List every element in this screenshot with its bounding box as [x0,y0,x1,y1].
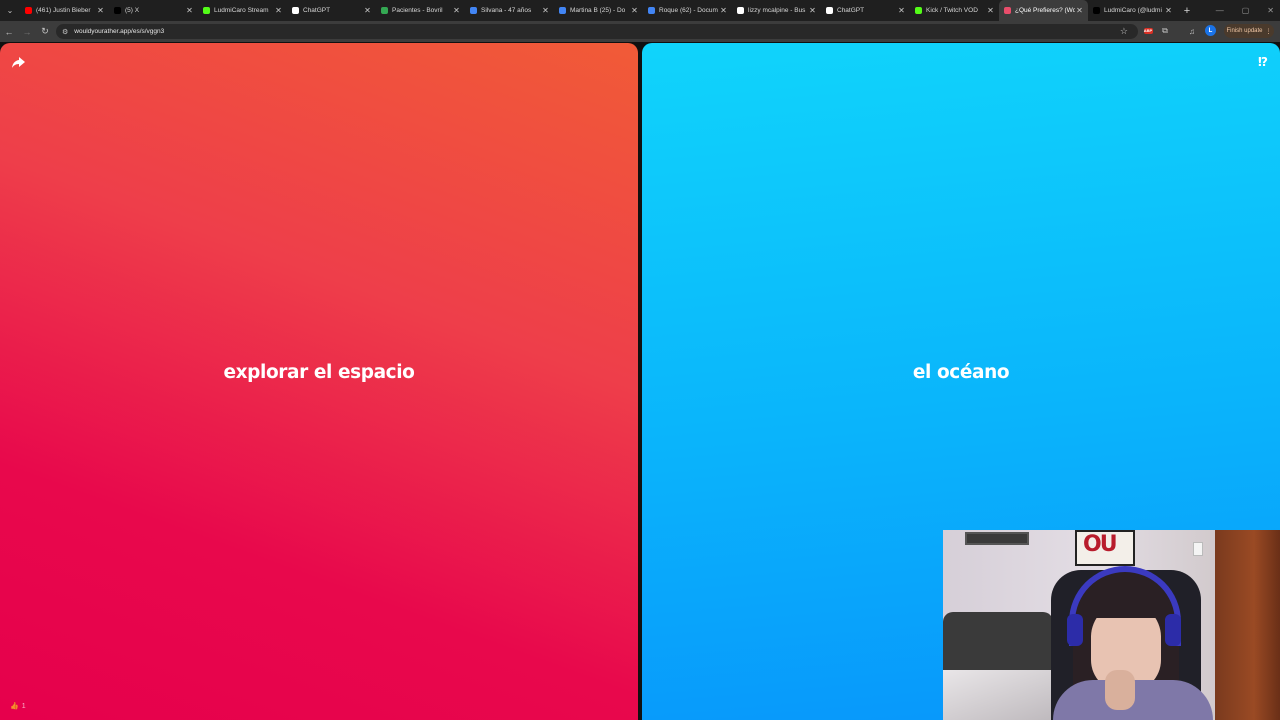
back-icon[interactable]: ← [0,21,18,42]
site-info-icon[interactable]: ⚙ [62,28,68,36]
tab-close-icon[interactable]: ✕ [452,6,461,15]
webcam-headset-ear-right [1165,614,1181,646]
tab-title: ChatGPT [303,7,331,14]
tab-strip: ⌄ (461) Justin Bieber ✕ (5) X ✕ LudmiCaro St… [0,0,1280,21]
tab-close-icon[interactable]: ✕ [808,6,817,15]
finish-update-label: Finish update [1226,28,1263,34]
docs-icon [470,7,477,14]
webcam-poster: OU [1075,530,1135,566]
tab-title: lizzy mcalpine - Bus [748,7,806,14]
browser-tab[interactable]: (461) Justin Bieber ✕ [20,0,109,21]
tab-title: Roque (62) - Docum [659,7,718,14]
chatgpt-icon [826,7,833,14]
webcam-door [1215,530,1280,720]
tab-close-icon[interactable]: ✕ [185,6,194,15]
tab-search-icon[interactable]: ⌄ [0,0,20,21]
bookmark-star-icon[interactable]: ☆ [1120,26,1128,37]
tab-close-icon[interactable]: ✕ [1075,6,1084,15]
browser-tab[interactable]: (5) X ✕ [109,0,198,21]
tab-close-icon[interactable]: ✕ [719,6,728,15]
tab-title: Pacientes - Bovril [392,7,443,14]
close-window-icon[interactable]: ✕ [1267,6,1274,15]
tab-title: ¿Qué Prefieres? (Wo [1015,7,1075,14]
browser-tab[interactable]: Silvana - 47 años ✕ [465,0,554,21]
drive-icon [381,7,388,14]
wyr-icon [1004,7,1011,14]
help-icon[interactable]: ⁉ [1256,55,1270,69]
tab-close-icon[interactable]: ✕ [363,6,372,15]
webcam-person-hand [1105,670,1135,710]
webcam-outlet [1193,542,1203,556]
option-a-text: explorar el espacio [223,362,415,383]
browser-tab[interactable]: Kick / Twitch VOD ✕ [910,0,999,21]
tab-close-icon[interactable]: ✕ [897,6,906,15]
tab-title: LudmiCaro (@ludmi [1104,7,1162,14]
tab-title: (461) Justin Bieber [36,7,91,14]
tab-list: (461) Justin Bieber ✕ (5) X ✕ LudmiCaro Stre… [20,0,1177,21]
thumbs-up-icon: 👍 [10,703,19,710]
youtube-icon [25,7,32,14]
option-a-card[interactable]: explorar el espacio 👍 1 [0,43,638,720]
browser-tab[interactable]: LudmiCaro (@ludmi ✕ [1088,0,1177,21]
tiktok-icon [1093,7,1100,14]
webcam-picture-frame [965,532,1029,545]
browser-tab[interactable]: LudmiCaro Stream ✕ [198,0,287,21]
forward-icon[interactable]: → [18,21,36,42]
tab-close-icon[interactable]: ✕ [274,6,283,15]
browser-tab[interactable]: lizzy mcalpine - Bus ✕ [732,0,821,21]
tab-title: ChatGPT [837,7,865,14]
option-b-text: el océano [912,362,1010,383]
docs-icon [559,7,566,14]
tab-title: Kick / Twitch VOD [926,7,978,14]
tab-close-icon[interactable]: ✕ [630,6,639,15]
docs-icon [648,7,655,14]
tab-close-icon[interactable]: ✕ [541,6,550,15]
new-tab-button[interactable]: + [1179,5,1195,17]
maximize-icon[interactable]: ▢ [1242,6,1250,15]
profile-avatar[interactable]: L [1205,25,1216,36]
browser-tab[interactable]: Martina B (25) - Do ✕ [554,0,643,21]
kick-icon [915,7,922,14]
x-icon [114,7,121,14]
likes-counter[interactable]: 👍 1 [10,702,26,711]
likes-count: 1 [21,702,26,710]
reload-icon[interactable]: ↻ [36,21,54,42]
chatgpt-icon [292,7,299,14]
browser-tab[interactable]: ChatGPT ✕ [287,0,376,21]
url-text[interactable]: wouldyourather.app/es/s/vggn3 [74,28,164,35]
finish-update-button[interactable]: Finish update ⋮ [1224,24,1274,38]
tab-title: LudmiCaro Stream [214,7,269,14]
browser-tab[interactable]: Roque (62) - Docum ✕ [643,0,732,21]
media-control-icon[interactable]: ♫ [1186,24,1198,38]
tab-title: Silvana - 47 años [481,7,532,14]
share-icon[interactable] [10,55,26,71]
window-controls: — ▢ ✕ [1216,0,1274,21]
minimize-icon[interactable]: — [1216,6,1224,15]
webcam-overlay: OU [943,530,1280,720]
webcam-blanket [943,670,1063,720]
tab-close-icon[interactable]: ✕ [96,6,105,15]
webcam-headset-ear-left [1067,614,1083,646]
extension-icon[interactable]: ABP [1143,24,1153,38]
browser-toolbar: ← → ↻ ⚙ wouldyourather.app/es/s/vggn3 ☆ [0,21,1280,42]
extensions-puzzle-icon[interactable]: ⧉ [1159,24,1171,38]
tab-close-icon[interactable]: ✕ [986,6,995,15]
browser-tab[interactable]: ChatGPT ✕ [821,0,910,21]
tab-close-icon[interactable]: ✕ [1164,6,1173,15]
address-bar[interactable]: ⚙ wouldyourather.app/es/s/vggn3 ☆ [56,24,1138,39]
kick-icon [203,7,210,14]
more-menu-icon: ⋮ [1265,28,1272,35]
browser-tab[interactable]: ¿Qué Prefieres? (Wo ✕ [999,0,1088,21]
tab-title: Martina B (25) - Do [570,7,626,14]
tab-title: (5) X [125,7,140,14]
browser-tab[interactable]: Pacientes - Bovril ✕ [376,0,465,21]
google-icon [737,7,744,14]
